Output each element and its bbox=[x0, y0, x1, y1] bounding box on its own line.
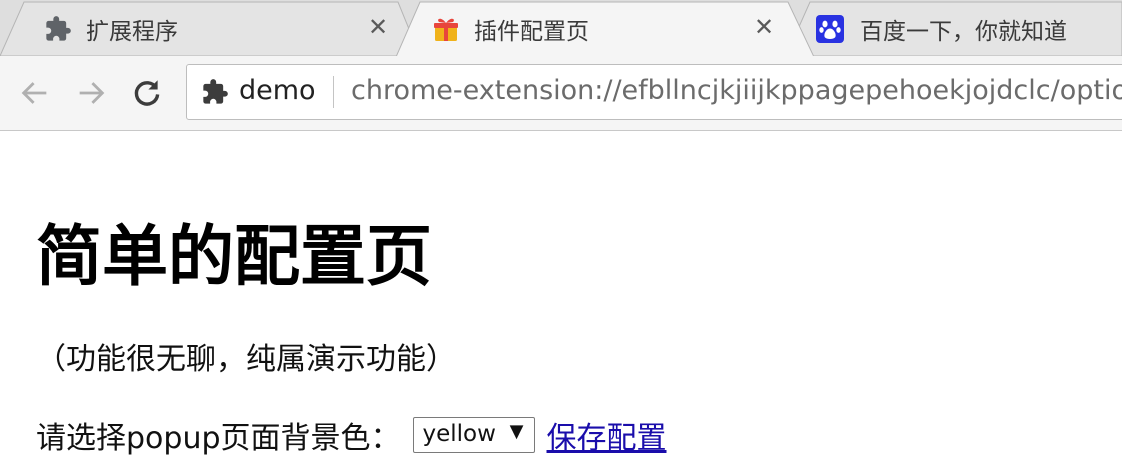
gift-icon bbox=[434, 18, 458, 41]
save-config-link[interactable]: 保存配置 bbox=[547, 413, 667, 457]
tab-options-page[interactable]: 插件配置页 ✕ bbox=[396, 0, 814, 57]
tab-title: 扩展程序 bbox=[86, 19, 178, 45]
url-text[interactable]: chrome-extension://efbllncjkjiijkppagepe… bbox=[351, 75, 1122, 106]
reload-icon[interactable] bbox=[130, 76, 164, 110]
tab-extensions[interactable]: 扩展程序 ✕ bbox=[0, 0, 420, 56]
puzzle-icon bbox=[203, 79, 228, 104]
puzzle-icon bbox=[46, 16, 71, 41]
chevron-down-icon: ▼ bbox=[509, 421, 524, 442]
tab-strip: 扩展程序 ✕ 百度一下，你就知道 插件配置页 ✕ bbox=[0, 0, 1122, 57]
page-description: （功能很无聊，纯属演示功能） bbox=[36, 342, 456, 377]
address-bar[interactable]: demo chrome-extension://efbllncjkjiijkpp… bbox=[186, 64, 1122, 120]
browser-toolbar: demo chrome-extension://efbllncjkjiijkpp… bbox=[0, 56, 1122, 131]
background-color-option: 请选择popup页面背景色： yellow ▼ 保存配置 bbox=[36, 412, 667, 458]
arrow-right-icon[interactable] bbox=[74, 76, 108, 110]
option-label: 请选择popup页面背景色： bbox=[36, 421, 401, 456]
arrow-left-icon[interactable] bbox=[18, 76, 52, 110]
close-icon[interactable]: ✕ bbox=[366, 15, 390, 39]
tab-title: 百度一下，你就知道 bbox=[860, 19, 1067, 45]
baidu-paw-icon bbox=[816, 15, 844, 43]
color-select[interactable]: yellow ▼ bbox=[412, 417, 535, 453]
address-divider bbox=[333, 76, 334, 108]
tab-title: 插件配置页 bbox=[474, 19, 589, 45]
extension-name-chip: demo bbox=[239, 75, 316, 106]
select-value: yellow bbox=[422, 421, 496, 447]
tab-baidu[interactable]: 百度一下，你就知道 bbox=[786, 0, 1122, 56]
page-title: 简单的配置页 bbox=[36, 218, 432, 295]
close-icon[interactable]: ✕ bbox=[752, 15, 776, 39]
